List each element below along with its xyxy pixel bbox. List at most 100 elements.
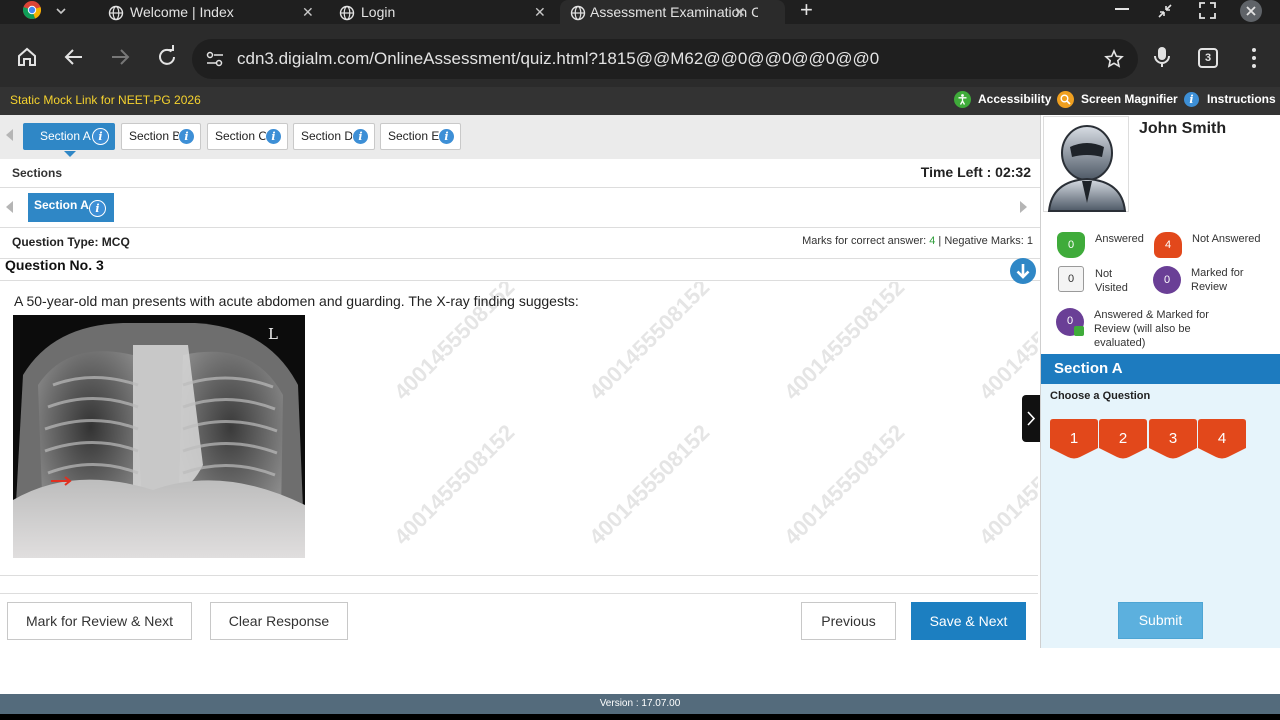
question-type: Question Type: MCQ — [12, 235, 130, 249]
watermark: 4001455508152 — [584, 419, 715, 550]
marked-label-2: Review — [1191, 281, 1228, 293]
answered-marked-label-1: Answered & Marked for — [1094, 309, 1209, 321]
answered-label: Answered — [1095, 233, 1144, 245]
restore-icon[interactable] — [1156, 2, 1174, 20]
tab-section-d[interactable]: Section D i — [293, 123, 375, 150]
question-area: 4001455508152 4001455508152 400145550815… — [0, 282, 1038, 576]
bookmark-star-icon[interactable] — [1104, 49, 1124, 69]
close-tab-icon[interactable]: ✕ — [302, 0, 314, 24]
watermark: 4001455508152 — [389, 419, 520, 550]
tab-section-c[interactable]: Section C i — [207, 123, 288, 150]
submit-button[interactable]: Submit — [1118, 602, 1203, 639]
tab-title: Assessment Examination Ce — [590, 4, 758, 20]
instructions-info-icon[interactable]: i — [1183, 91, 1200, 108]
info-icon[interactable]: i — [92, 128, 109, 145]
address-bar[interactable]: cdn3.digialm.com/OnlineAssessment/quiz.h… — [192, 39, 1138, 79]
candidate-profile: John Smith — [1041, 115, 1280, 218]
scroll-left-icon[interactable] — [6, 129, 13, 141]
question-number-row: Question No. 3 — [0, 255, 1040, 284]
status-legend: 0 Answered 4 Not Answered 0 Not Visited … — [1041, 218, 1280, 354]
time-left: Time Left : 02:32 — [920, 164, 1031, 180]
browser-tab-welcome[interactable]: Welcome | Index ✕ — [108, 0, 323, 24]
screen-magnifier-link[interactable]: Screen Magnifier — [1081, 92, 1178, 106]
url-text[interactable]: cdn3.digialm.com/OnlineAssessment/quiz.h… — [237, 49, 879, 69]
browser-tab-login[interactable]: Login ✕ — [339, 0, 554, 24]
sections-label: Sections — [12, 166, 63, 180]
question-number-label: 1 — [1069, 430, 1079, 447]
palette-section-title: Section A — [1041, 354, 1280, 384]
xray-side-marker: L — [268, 325, 278, 343]
question-button-3[interactable]: 3 — [1149, 419, 1197, 459]
scroll-right-icon[interactable] — [1020, 201, 1027, 213]
back-arrow-icon[interactable] — [59, 42, 91, 74]
answered-marked-label-3: evaluated) — [1094, 337, 1146, 349]
save-next-button[interactable]: Save & Next — [911, 602, 1026, 640]
watermark: 4001455508152 — [779, 282, 910, 405]
close-tab-icon[interactable]: ✕ — [534, 0, 546, 24]
marked-label-1: Marked for — [1191, 267, 1244, 279]
question-number: Question No. 3 — [5, 257, 104, 273]
chest-xray-image: L — [13, 315, 305, 558]
tab-section-b[interactable]: Section B i — [121, 123, 201, 150]
tab-count-icon[interactable]: 3 — [1198, 48, 1218, 68]
globe-icon — [570, 4, 586, 21]
tab-label: Section A — [40, 129, 91, 143]
answered-badge: 0 — [1057, 232, 1085, 258]
browser-toolbar: cdn3.digialm.com/OnlineAssessment/quiz.h… — [0, 24, 1280, 87]
sub-section-chip[interactable]: Section A i — [28, 193, 114, 222]
screen-magnifier-icon[interactable] — [1057, 91, 1074, 108]
forward-arrow-icon[interactable] — [105, 42, 137, 74]
answered-tick-icon — [1074, 326, 1084, 336]
chrome-logo-icon[interactable] — [22, 0, 42, 20]
scroll-left-icon[interactable] — [6, 201, 13, 213]
tab-section-e[interactable]: Section E i — [380, 123, 461, 150]
bottom-strip — [0, 714, 1280, 720]
site-settings-icon[interactable] — [206, 51, 224, 67]
clear-response-button[interactable]: Clear Response — [210, 602, 348, 640]
answered-marked-label-2: Review (will also be — [1094, 323, 1191, 335]
scroll-down-icon[interactable] — [1010, 258, 1036, 284]
info-icon[interactable]: i — [265, 128, 282, 145]
marks-prefix: Marks for correct answer: — [802, 235, 930, 247]
active-tab-caret — [64, 151, 76, 157]
browser-tab-strip: Welcome | Index ✕ Login ✕ Assessment Exa… — [0, 0, 1280, 24]
reload-icon[interactable] — [152, 42, 184, 74]
minimize-icon[interactable] — [1115, 8, 1129, 10]
question-button-4[interactable]: 4 — [1198, 419, 1246, 459]
more-menu-icon[interactable] — [1244, 44, 1276, 76]
question-button-1[interactable]: 1 — [1050, 419, 1098, 459]
question-number-label: 4 — [1217, 430, 1227, 447]
instructions-link[interactable]: Instructions — [1207, 92, 1276, 106]
info-icon[interactable]: i — [438, 128, 455, 145]
home-icon[interactable] — [12, 42, 44, 74]
avatar — [1043, 116, 1129, 212]
close-window-icon[interactable] — [1240, 0, 1262, 22]
marks-suffix: | Negative Marks: 1 — [935, 235, 1033, 247]
collapse-panel-button[interactable] — [1022, 395, 1040, 442]
accessibility-link[interactable]: Accessibility — [978, 92, 1051, 106]
watermark: 4001455508152 — [584, 282, 715, 405]
info-icon[interactable]: i — [352, 128, 369, 145]
info-icon[interactable]: i — [89, 200, 106, 217]
not-visited-label-1: Not — [1095, 268, 1113, 280]
question-button-2[interactable]: 2 — [1099, 419, 1147, 459]
tab-label: Section D — [301, 129, 354, 143]
app-header: Static Mock Link for NEET-PG 2026 Access… — [0, 87, 1280, 115]
tab-section-a[interactable]: Section A i — [23, 123, 115, 150]
marked-review-badge: 0 — [1153, 266, 1181, 294]
choose-question-label: Choose a Question — [1050, 390, 1151, 402]
tab-title: Welcome | Index — [130, 4, 234, 20]
info-icon[interactable]: i — [178, 128, 195, 145]
browser-tab-assessment[interactable]: Assessment Examination Ce ✕ — [560, 0, 785, 24]
fullscreen-icon[interactable] — [1198, 1, 1217, 20]
sub-section-row: Section A i — [0, 188, 1040, 228]
close-tab-icon[interactable]: ✕ — [734, 0, 746, 24]
tab-list-chevron-icon[interactable] — [55, 4, 67, 16]
question-palette-panel: John Smith 0 Answered 4 Not Answered 0 N… — [1040, 115, 1280, 648]
watermark: 4001455508152 — [779, 419, 910, 550]
mark-for-review-next-button[interactable]: Mark for Review & Next — [7, 602, 192, 640]
new-tab-button[interactable]: + — [800, 0, 813, 23]
accessibility-icon[interactable] — [954, 91, 971, 108]
previous-button[interactable]: Previous — [801, 602, 896, 640]
microphone-icon[interactable] — [1150, 42, 1182, 74]
